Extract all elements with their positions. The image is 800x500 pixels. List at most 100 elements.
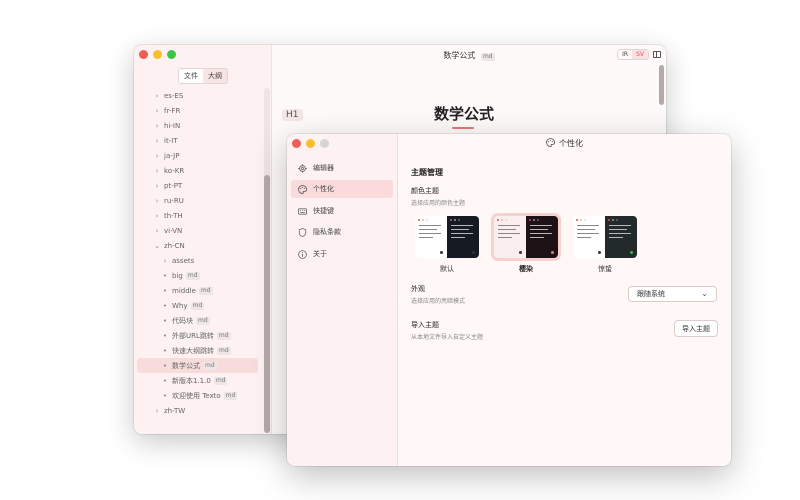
mode-sv[interactable]: SV (632, 50, 648, 59)
tree-item[interactable]: › fr-FR (134, 103, 262, 118)
import-theme-button[interactable]: 导入主题 (674, 320, 718, 337)
tab-outline[interactable]: 大纲 (203, 69, 227, 83)
editor-mode-toggle: IR SV (617, 49, 649, 60)
chevron-right-icon: › (155, 136, 159, 145)
tree-item-label: th-TH (164, 211, 183, 220)
document-title-text: 数学公式 (443, 51, 476, 60)
zoom-button[interactable] (167, 50, 176, 59)
nav-about[interactable]: 关于 (291, 245, 393, 263)
theme-name: 惊蛰 (598, 265, 612, 273)
theme-preview-light (415, 216, 447, 258)
appearance-desc: 选择应用的亮暗模式 (411, 298, 466, 305)
tab-files[interactable]: 文件 (179, 69, 203, 83)
chevron-right-icon: › (155, 211, 159, 220)
nav-about-label: 关于 (313, 250, 327, 258)
tree-item-label: big (172, 271, 183, 280)
tree-item[interactable]: • Why md (134, 298, 262, 313)
theme-name: 默认 (440, 265, 454, 273)
tree-item[interactable]: › th-TH (134, 208, 262, 223)
tree-item-label: ko-KR (164, 166, 185, 175)
file-tree: › es-ES › fr-FR › hi-IN › it-IT › ja-JP › ko-KR › pt-… (134, 88, 262, 418)
file-bullet-icon: • (162, 271, 168, 280)
document-heading: 数学公式 (434, 105, 495, 123)
tree-item-label: 代码块 (172, 316, 193, 325)
editor-scrollbar[interactable] (659, 65, 664, 105)
tree-item[interactable]: • 代码块 md (134, 313, 262, 328)
document-type-badge: md (480, 53, 495, 61)
tree-item-label: assets (172, 256, 195, 265)
tree-item[interactable]: ⌄ zh-CN (134, 238, 262, 253)
tree-item[interactable]: › ja-JP (134, 148, 262, 163)
theme-card[interactable] (494, 216, 558, 258)
tree-item-label: vi-VN (164, 226, 183, 235)
info-icon (298, 249, 307, 259)
file-bullet-icon: • (162, 391, 168, 400)
chevron-down-icon: ⌄ (701, 289, 708, 298)
tree-item[interactable]: • 欢迎使用 Texto md (134, 388, 262, 403)
section-title: 主题管理 (411, 168, 443, 177)
keyboard-icon (298, 207, 307, 216)
settings-title: 个性化 (398, 138, 731, 149)
tree-item[interactable]: › ru-RU (134, 193, 262, 208)
tree-item[interactable]: › es-ES (134, 88, 262, 103)
sidebar-toggle-icon[interactable] (653, 51, 661, 58)
tree-item[interactable]: › it-IT (134, 133, 262, 148)
sidebar-scrollbar[interactable] (264, 88, 270, 433)
chevron-right-icon: › (155, 181, 159, 190)
sidebar-scroll-thumb[interactable] (264, 175, 270, 433)
tree-item-label: ru-RU (164, 196, 184, 205)
tree-item[interactable]: • 快速大纲跳转 md (134, 343, 262, 358)
nav-privacy[interactable]: 隐私条款 (291, 223, 393, 241)
tree-item-label: 快速大纲跳转 (172, 346, 214, 355)
close-button[interactable] (292, 139, 301, 148)
chevron-right-icon: › (155, 226, 159, 235)
tree-item[interactable]: • 外部URL跳转 md (134, 328, 262, 343)
file-type-badge: md (203, 361, 217, 370)
theme-card[interactable] (573, 216, 637, 258)
settings-window-controls (292, 139, 329, 148)
tree-item-label: ja-JP (164, 151, 180, 160)
theme-card[interactable] (415, 216, 479, 258)
tree-item[interactable]: • 新版本1.1.0 md (134, 373, 262, 388)
import-theme-label: 导入主题 (411, 321, 439, 329)
theme-preview-dark (526, 216, 558, 258)
settings-window: 编辑器 个性化 快捷键 隐私条款 关于 个性化 主题管理 颜色主题 选择应用的颜… (287, 134, 731, 466)
mode-ir[interactable]: IR (618, 50, 632, 59)
nav-shortcuts[interactable]: 快捷键 (291, 202, 393, 220)
theme-preview-light (573, 216, 605, 258)
nav-editor-label: 编辑器 (313, 164, 334, 172)
tree-item-label: it-IT (164, 136, 178, 145)
document-title: 数学公式 md (272, 50, 666, 61)
file-bullet-icon: • (162, 346, 168, 355)
nav-personalize[interactable]: 个性化 (291, 180, 393, 198)
theme-preview-light (494, 216, 526, 258)
chevron-right-icon: › (155, 91, 159, 100)
tree-item[interactable]: › ko-KR (134, 163, 262, 178)
minimize-button[interactable] (153, 50, 162, 59)
zoom-button[interactable] (320, 139, 329, 148)
settings-sidebar: 编辑器 个性化 快捷键 隐私条款 关于 (287, 134, 398, 466)
nav-shortcuts-label: 快捷键 (313, 207, 334, 215)
tree-item[interactable]: › pt-PT (134, 178, 262, 193)
chevron-right-icon: › (163, 256, 167, 265)
nav-editor[interactable]: 编辑器 (291, 159, 393, 177)
minimize-button[interactable] (306, 139, 315, 148)
tree-item-label: zh-CN (164, 241, 185, 250)
palette-icon (546, 138, 555, 149)
tree-item[interactable]: • 数学公式 md (137, 358, 258, 373)
heading-level-tag: H1 (282, 109, 303, 121)
tree-item[interactable]: • middle md (134, 283, 262, 298)
tree-item[interactable]: › hi-IN (134, 118, 262, 133)
theme-preview-dark (605, 216, 637, 258)
close-button[interactable] (139, 50, 148, 59)
tree-item[interactable]: • big md (134, 268, 262, 283)
file-bullet-icon: • (162, 331, 168, 340)
tree-item-label: pt-PT (164, 181, 183, 190)
sidebar-mode-switch: 文件 大纲 (178, 68, 228, 84)
tree-item[interactable]: › zh-TW (134, 403, 262, 418)
tree-item-label: Why (172, 301, 188, 310)
appearance-select[interactable]: 跟随系统 ⌄ (628, 286, 717, 302)
tree-item[interactable]: › assets (134, 253, 262, 268)
tree-item[interactable]: › vi-VN (134, 223, 262, 238)
appearance-label: 外观 (411, 285, 425, 293)
